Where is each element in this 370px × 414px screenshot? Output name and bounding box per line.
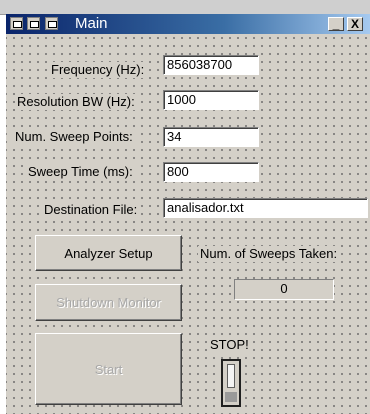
frequency-label: Frequency (Hz):	[49, 62, 147, 78]
shutdown-monitor-button[interactable]: Shutdown Monitor	[35, 284, 182, 321]
resolution-bw-input[interactable]: 1000	[163, 90, 259, 110]
sweep-time-label: Sweep Time (ms):	[26, 164, 135, 180]
top-strip	[0, 0, 370, 15]
stop-label: STOP!	[208, 337, 251, 353]
analyzer-setup-button[interactable]: Analyzer Setup	[35, 235, 182, 271]
stop-switch[interactable]	[221, 359, 241, 407]
close-button[interactable]: X	[347, 17, 363, 31]
start-button[interactable]: Start	[35, 333, 182, 405]
destination-file-label: Destination File:	[42, 202, 140, 218]
app-icon	[10, 17, 23, 30]
switch-base	[225, 392, 237, 402]
panel-icon	[45, 17, 58, 30]
window-title: Main	[75, 15, 108, 32]
sweeps-taken-indicator: 0	[234, 279, 334, 300]
title-bar: Main _ X	[6, 14, 370, 34]
sweep-points-input[interactable]: 34	[163, 127, 259, 147]
sweep-time-input[interactable]: 800	[163, 162, 259, 182]
sweeps-taken-label: Num. of Sweeps Taken:	[198, 246, 340, 262]
resolution-bw-label: Resolution BW (Hz):	[15, 94, 137, 110]
minimize-button[interactable]: _	[328, 17, 344, 31]
window-icon	[27, 17, 40, 30]
frequency-input[interactable]: 856038700	[163, 55, 259, 75]
main-window: Main _ X Frequency (Hz): 856038700 Resol…	[6, 14, 370, 414]
sweep-points-label: Num. Sweep Points:	[13, 129, 135, 145]
switch-lever	[227, 364, 235, 388]
destination-file-input[interactable]: analisador.txt	[163, 198, 368, 218]
